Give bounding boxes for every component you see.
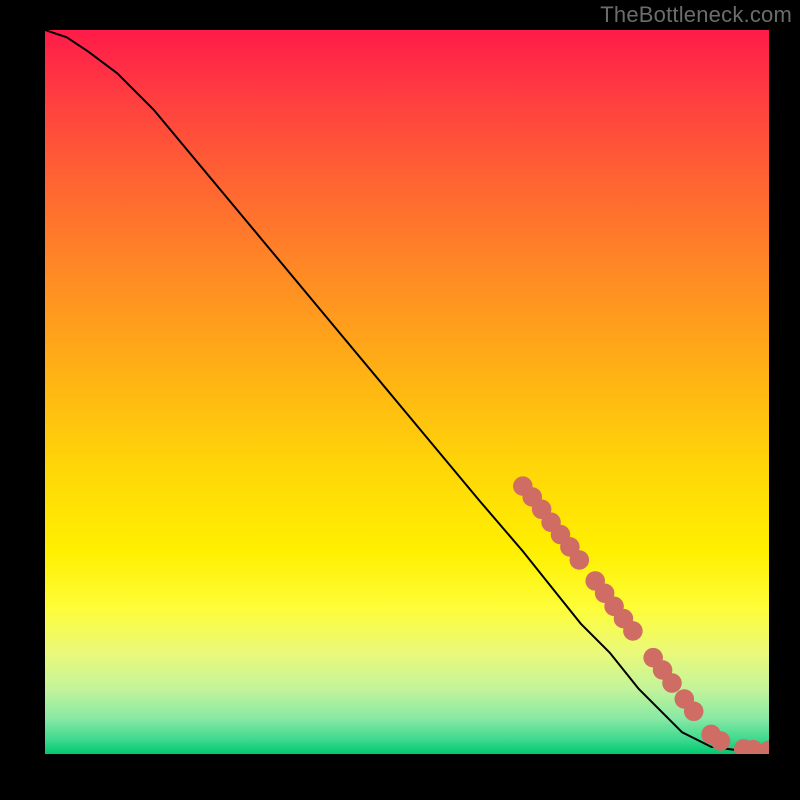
curve-marker bbox=[623, 621, 643, 641]
curve-marker bbox=[684, 702, 704, 722]
curve-marker bbox=[759, 741, 769, 754]
chart-frame: TheBottleneck.com bbox=[0, 0, 800, 800]
attribution-text: TheBottleneck.com bbox=[600, 2, 792, 28]
marker-group bbox=[513, 476, 769, 754]
plot-area bbox=[45, 30, 769, 754]
bottleneck-curve bbox=[45, 30, 769, 750]
chart-svg bbox=[45, 30, 769, 754]
curve-marker bbox=[711, 731, 731, 751]
curve-marker bbox=[662, 673, 682, 693]
curve-marker bbox=[570, 550, 590, 570]
